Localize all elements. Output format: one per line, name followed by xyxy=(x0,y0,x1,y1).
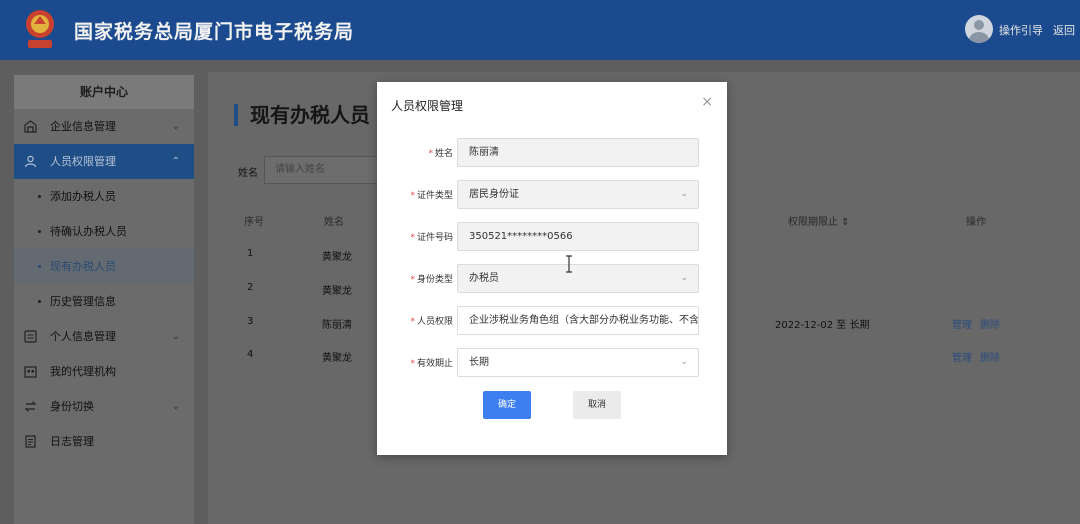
sidebar-heading: 账户中心 xyxy=(14,75,194,109)
page-title: 现有办税人员 xyxy=(234,104,370,126)
field-label: * 有效期止 xyxy=(410,359,453,369)
sidebar-item-label: 日志管理 xyxy=(50,435,94,448)
permission-select[interactable]: 企业涉税业务角色组（含大部分办税业务功能、不含 xyxy=(457,306,699,335)
table-cell-seq: 1 xyxy=(247,248,254,259)
users-icon xyxy=(24,155,37,168)
chevron-up-icon: ⌃ xyxy=(171,156,180,167)
delete-link[interactable]: 删除 xyxy=(980,316,1000,331)
sidebar-subitem-label: 待确认办税人员 xyxy=(50,225,127,238)
field-label: * 证件号码 xyxy=(410,233,453,243)
back-link[interactable]: 返回 xyxy=(1053,22,1075,38)
bullet-icon xyxy=(38,265,41,268)
form-row-name: * 姓名 陈丽清 xyxy=(377,138,727,167)
column-header-seq: 序号 xyxy=(244,217,264,228)
sidebar-subitem-history[interactable]: 历史管理信息 xyxy=(14,284,194,319)
table-cell-seq: 2 xyxy=(247,282,254,293)
sidebar-item-label: 身份切换 xyxy=(50,400,94,413)
sidebar-item-agency[interactable]: 我的代理机构 xyxy=(14,354,194,389)
sidebar-subitem-add-staff[interactable]: 添加办税人员 xyxy=(14,179,194,214)
form-row-permission: * 人员权限 企业涉税业务角色组（含大部分办税业务功能、不含 xyxy=(377,306,727,335)
id-number-field[interactable]: 350521********0566 xyxy=(457,222,699,251)
validity-select[interactable]: 长期 ⌄ xyxy=(457,348,699,377)
filter-name-input[interactable]: 请输入姓名 xyxy=(264,156,384,184)
switch-icon xyxy=(24,401,37,412)
bullet-icon xyxy=(38,230,41,233)
sidebar: 账户中心 企业信息管理 ⌄ 人员权限管理 ⌃ 添加办税人员 待确认办税人员 现有… xyxy=(14,75,194,524)
field-label: * 身份类型 xyxy=(410,275,453,285)
chevron-down-icon: ⌄ xyxy=(171,331,180,342)
sidebar-item-label: 个人信息管理 xyxy=(50,330,116,343)
sidebar-item-identity-switch[interactable]: 身份切换 ⌄ xyxy=(14,389,194,424)
sidebar-item-personal-info[interactable]: 个人信息管理 ⌄ xyxy=(14,319,194,354)
manage-link[interactable]: 管理 xyxy=(952,316,972,331)
bullet-icon xyxy=(38,300,41,303)
building-icon xyxy=(24,120,37,133)
chevron-down-icon: ⌄ xyxy=(171,401,180,412)
sidebar-item-log[interactable]: 日志管理 xyxy=(14,424,194,459)
form-row-id-type: * 证件类型 居民身份证 ⌄ xyxy=(377,180,727,209)
sidebar-item-label: 我的代理机构 xyxy=(50,365,116,378)
column-header-ops: 操作 xyxy=(966,217,986,228)
tax-emblem-icon xyxy=(26,10,54,48)
field-label: * 姓名 xyxy=(428,149,453,159)
form-row-validity: * 有效期止 长期 ⌄ xyxy=(377,348,727,377)
table-cell-validity: 2022-12-02 至 长期 xyxy=(775,320,870,331)
chevron-down-icon: ⌄ xyxy=(680,357,688,367)
text-cursor-icon xyxy=(566,255,572,273)
table-cell-name: 黄聚龙 xyxy=(322,286,352,297)
chevron-down-icon: ⌄ xyxy=(680,189,688,199)
confirm-button[interactable]: 确定 xyxy=(483,391,531,419)
id-type-select[interactable]: 居民身份证 ⌄ xyxy=(457,180,699,209)
sidebar-item-permission-mgmt[interactable]: 人员权限管理 ⌃ xyxy=(14,144,194,179)
top-header: 国家税务总局厦门市电子税务局 操作引导 返回 xyxy=(0,0,1080,60)
select-value: 长期 xyxy=(469,357,489,368)
delete-link[interactable]: 删除 xyxy=(980,349,1000,364)
permission-dialog: 人员权限管理 × * 姓名 陈丽清 * 证件类型 居民身份证 ⌄ * 证件号码 350… xyxy=(377,82,727,455)
log-icon xyxy=(25,435,36,448)
table-cell-name: 黄聚龙 xyxy=(322,353,352,364)
chevron-down-icon: ⌄ xyxy=(171,121,180,132)
sidebar-subitem-pending-staff[interactable]: 待确认办税人员 xyxy=(14,214,194,249)
manage-link[interactable]: 管理 xyxy=(952,349,972,364)
agency-icon xyxy=(24,366,37,378)
name-field[interactable]: 陈丽清 xyxy=(457,138,699,167)
form-row-identity-type: * 身份类型 办税员 ⌄ xyxy=(377,264,727,293)
sidebar-subitem-label: 添加办税人员 xyxy=(50,190,116,203)
select-value: 办税员 xyxy=(469,273,499,284)
dialog-title: 人员权限管理 xyxy=(391,99,464,113)
sidebar-item-enterprise-info[interactable]: 企业信息管理 ⌄ xyxy=(14,109,194,144)
sidebar-item-label: 企业信息管理 xyxy=(50,120,116,133)
sidebar-subitem-label: 现有办税人员 xyxy=(50,260,116,273)
sidebar-subitem-current-staff[interactable]: 现有办税人员 xyxy=(14,249,194,284)
table-cell-name: 陈丽清 xyxy=(322,320,352,331)
sidebar-item-label: 人员权限管理 xyxy=(50,155,116,168)
profile-icon xyxy=(24,330,37,343)
identity-type-select[interactable]: 办税员 ⌄ xyxy=(457,264,699,293)
table-cell-name: 黄聚龙 xyxy=(322,252,352,263)
column-header-name[interactable]: 姓名 xyxy=(324,213,344,228)
user-avatar-icon[interactable] xyxy=(965,15,993,43)
table-cell-seq: 3 xyxy=(247,316,254,327)
form-row-id-number: * 证件号码 350521********0566 xyxy=(377,222,727,251)
guide-link[interactable]: 操作引导 xyxy=(999,22,1043,38)
field-label: * 证件类型 xyxy=(410,191,453,201)
sidebar-subitem-label: 历史管理信息 xyxy=(50,295,116,308)
filter-name-label: 姓名 xyxy=(238,168,258,179)
app-title: 国家税务总局厦门市电子税务局 xyxy=(74,21,355,43)
column-header-validity[interactable]: 权限期限止 ⇕ xyxy=(788,213,850,228)
chevron-down-icon: ⌄ xyxy=(680,273,688,283)
cancel-button[interactable]: 取消 xyxy=(573,391,621,419)
field-label: * 人员权限 xyxy=(410,317,453,327)
select-value: 居民身份证 xyxy=(469,189,519,200)
close-icon[interactable]: × xyxy=(701,94,713,110)
table-cell-seq: 4 xyxy=(247,349,254,360)
bullet-icon xyxy=(38,195,41,198)
